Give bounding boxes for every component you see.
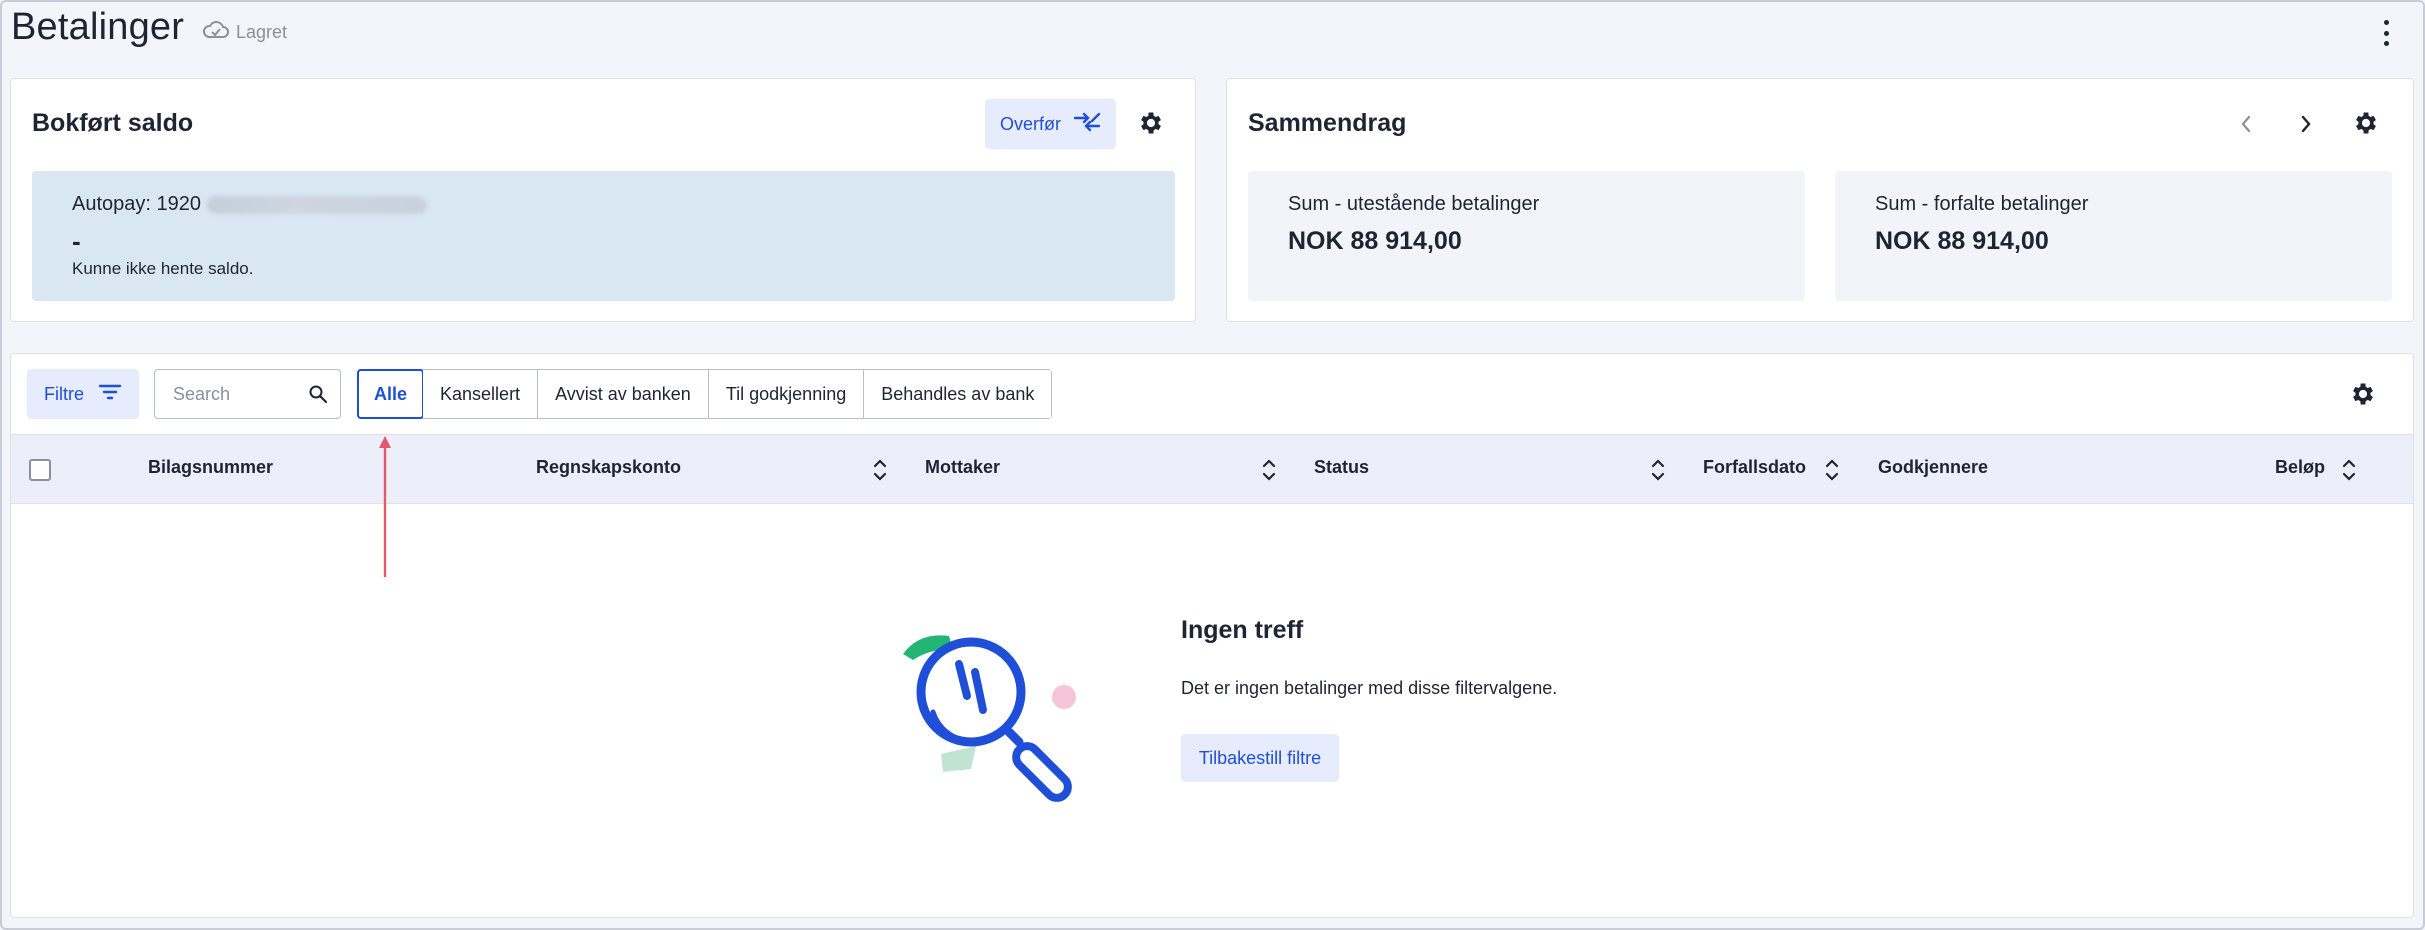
summary-outstanding-value: NOK 88 914,00 [1288, 227, 1462, 255]
transfer-button-label: Overfør [1000, 113, 1061, 134]
summary-outstanding-label: Sum - utestående betalinger [1288, 193, 1540, 215]
filter-button-label: Filtre [44, 383, 84, 404]
gear-icon[interactable] [2350, 107, 2382, 139]
sort-icon[interactable] [2342, 457, 2356, 483]
app-frame: Betalinger Lagret Bokført saldo Overfør [0, 0, 2425, 930]
kebab-menu-icon[interactable] [2379, 20, 2393, 46]
redacted-bank-name [207, 195, 427, 214]
reset-filters-button[interactable]: Tilbakestill filtre [1181, 734, 1339, 782]
select-all-checkbox[interactable] [29, 459, 51, 481]
sort-icon[interactable] [1651, 457, 1665, 483]
summary-card-title: Sammendrag [1248, 109, 1407, 137]
filter-button[interactable]: Filtre [27, 369, 139, 419]
column-header-mottaker[interactable]: Mottaker [925, 457, 1000, 478]
summary-card: Sammendrag Sum - utestående betalinger N… [1226, 78, 2414, 322]
summary-outstanding-box: Sum - utestående betalinger NOK 88 914,0… [1248, 171, 1805, 301]
save-status-label: Lagret [236, 22, 288, 42]
summary-overdue-label: Sum - forfalte betalinger [1875, 193, 2089, 215]
gear-icon[interactable] [1135, 107, 1167, 139]
sort-icon[interactable] [873, 457, 887, 483]
page-title: Betalinger [11, 6, 185, 48]
balance-value: - [72, 226, 81, 256]
column-header-bilagsnummer[interactable]: Bilagsnummer [148, 457, 273, 478]
cloud-check-icon [202, 20, 230, 45]
empty-state-title: Ingen treff [1181, 616, 1304, 644]
annotation-arrow [379, 436, 391, 577]
transfer-arrows-icon [1073, 111, 1101, 138]
search-field[interactable] [154, 369, 341, 419]
status-tabs: Alle Kansellert Avvist av banken Til god… [357, 369, 1053, 419]
chevron-right-icon[interactable] [2291, 109, 2321, 139]
save-status: Lagret [202, 20, 287, 45]
empty-state-description: Det er ingen betalinger med disse filter… [1181, 678, 1558, 698]
chevron-left-icon[interactable] [2231, 109, 2261, 139]
payments-panel: Filtre Alle Kansellert Avvist av banken … [10, 353, 2414, 918]
column-header-status[interactable]: Status [1314, 457, 1369, 478]
account-label-text: Autopay: 1920 [72, 193, 201, 215]
column-header-regnskapskonto[interactable]: Regnskapskonto [536, 457, 681, 478]
search-input[interactable] [173, 383, 293, 405]
sort-icon[interactable] [1825, 457, 1839, 483]
tab-kansellert[interactable]: Kansellert [423, 370, 539, 418]
magnifier-illustration [891, 624, 1101, 804]
filter-icon [98, 383, 122, 406]
transfer-button[interactable]: Overfør [985, 99, 1116, 149]
summary-overdue-box: Sum - forfalte betalinger NOK 88 914,00 [1835, 171, 2392, 301]
sort-icon[interactable] [1262, 457, 1276, 483]
balance-card: Bokført saldo Overfør Autopay: 1920 - Ku… [10, 78, 1196, 322]
column-header-belop[interactable]: Beløp [2275, 457, 2325, 478]
tab-avvist-av-banken[interactable]: Avvist av banken [538, 370, 709, 418]
tab-til-godkjenning[interactable]: Til godkjenning [708, 370, 865, 418]
column-header-godkjennere[interactable]: Godkjennere [1878, 457, 1988, 478]
account-label: Autopay: 1920 [72, 193, 427, 216]
search-icon[interactable] [308, 384, 328, 404]
column-header-forfallsdato[interactable]: Forfallsdato [1703, 457, 1806, 478]
balance-error-text: Kunne ikke hente saldo. [72, 259, 254, 278]
gear-icon[interactable] [2347, 378, 2379, 410]
summary-overdue-value: NOK 88 914,00 [1875, 227, 2049, 255]
balance-card-title: Bokført saldo [32, 109, 194, 137]
tab-alle[interactable]: Alle [357, 369, 425, 419]
tab-behandles-av-bank[interactable]: Behandles av bank [864, 370, 1052, 418]
account-balance-box: Autopay: 1920 - Kunne ikke hente saldo. [32, 171, 1175, 301]
